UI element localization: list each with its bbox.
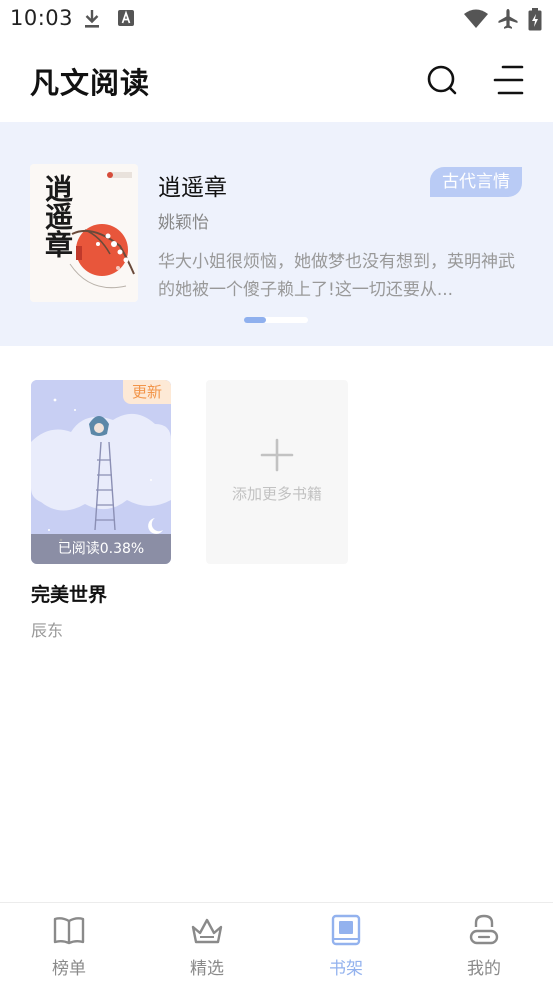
banner-book-cover[interactable]: 逍遥章 xyxy=(30,164,138,302)
airplane-icon xyxy=(498,9,518,29)
crown-icon xyxy=(191,918,223,944)
search-button[interactable] xyxy=(424,62,460,98)
shelf-book-cover[interactable]: 更新 已阅读0.38% xyxy=(31,380,171,564)
carousel-indicator-active xyxy=(244,317,266,323)
banner-book-title[interactable]: 逍遥章 xyxy=(158,168,227,202)
app-notification-icon xyxy=(118,10,134,26)
menu-button[interactable] xyxy=(491,62,527,98)
add-more-books-label: 添加更多书籍 xyxy=(231,485,322,503)
shelf-book-card[interactable]: 更新 已阅读0.38% 完美世界 辰东 xyxy=(31,380,171,641)
plus-icon xyxy=(260,438,294,472)
nav-label-active: 书架 xyxy=(329,959,363,979)
user-icon xyxy=(469,914,499,945)
carousel-indicator xyxy=(244,317,308,323)
featured-banner[interactable]: 逍遥章 逍遥章 姚颖怡 华大小姐很烦恼，她做梦也没有想到，英明神武的她被一个傻子… xyxy=(0,122,553,346)
shelf-book-author: 辰东 xyxy=(31,621,64,640)
app-title: 凡文阅读 xyxy=(30,66,151,100)
cover-title-calligraphy: 逍遥章 xyxy=(41,174,74,258)
nav-label: 我的 xyxy=(467,959,501,979)
search-icon xyxy=(427,65,457,95)
update-badge: 更新 xyxy=(123,380,171,404)
book-open-icon xyxy=(53,917,85,945)
bookshelf-icon xyxy=(331,914,361,946)
shelf-book-title[interactable]: 完美世界 xyxy=(31,580,171,607)
banner-book-description: 华大小姐很烦恼，她做梦也没有想到，英明神武的她被一个傻子赖上了!这一切还要从..… xyxy=(158,252,515,300)
reading-progress-label: 已阅读0.38% xyxy=(31,534,171,564)
bottom-navigation: 榜单 精选 书架 我的 xyxy=(0,902,553,984)
nav-label: 精选 xyxy=(190,959,224,979)
menu-icon xyxy=(493,65,524,95)
app-header: 凡文阅读 xyxy=(0,38,553,122)
status-time: 10:03 xyxy=(10,6,74,30)
nav-item-featured[interactable]: 精选 xyxy=(157,903,257,984)
banner-book-author: 姚颖怡 xyxy=(158,213,209,233)
wifi-icon xyxy=(464,9,488,28)
download-icon xyxy=(85,10,99,28)
genre-tag: 古代言情 xyxy=(430,167,522,197)
battery-icon xyxy=(528,8,542,31)
nav-item-rankings[interactable]: 榜单 xyxy=(19,903,119,984)
nav-item-bookshelf[interactable]: 书架 xyxy=(296,903,396,984)
nav-item-profile[interactable]: 我的 xyxy=(434,903,534,984)
nav-label: 榜单 xyxy=(52,959,86,979)
status-bar: 10:03 xyxy=(0,0,553,38)
add-more-books-button[interactable]: 添加更多书籍 xyxy=(206,380,348,564)
